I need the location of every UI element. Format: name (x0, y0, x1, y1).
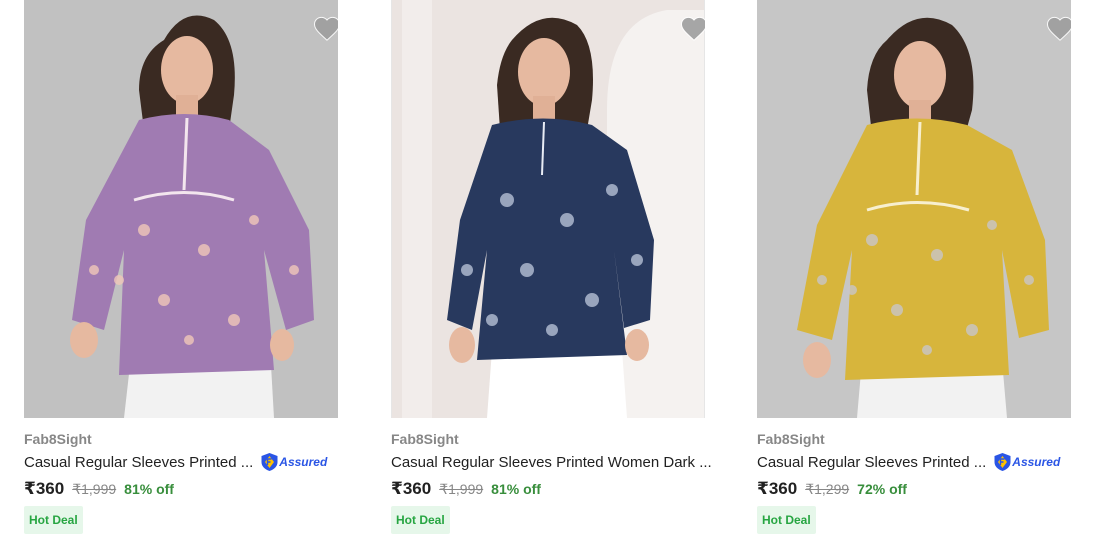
product-card[interactable]: Fab8Sight Casual Regular Sleeves Printed… (757, 0, 1073, 543)
selling-price: ₹360 (391, 479, 432, 498)
product-title[interactable]: Casual Regular Sleeves Printed Women Dar… (391, 454, 712, 471)
assured-badge: Assured (994, 453, 1060, 471)
discount-percent: 72% off (857, 481, 907, 497)
product-image[interactable] (24, 0, 338, 418)
product-photo (392, 0, 704, 418)
discount-percent: 81% off (491, 481, 541, 497)
product-brand: Fab8Sight (757, 431, 825, 447)
heart-icon[interactable] (312, 14, 338, 44)
product-image[interactable] (391, 0, 705, 418)
product-card[interactable]: Fab8Sight Casual Regular Sleeves Printed… (391, 0, 712, 543)
product-brand: Fab8Sight (24, 431, 92, 447)
discount-percent: 81% off (124, 481, 174, 497)
product-brand: Fab8Sight (391, 431, 459, 447)
original-price: ₹1,999 (439, 481, 484, 497)
assured-label: Assured (279, 455, 328, 469)
product-image[interactable] (757, 0, 1071, 418)
shield-icon (261, 453, 278, 471)
heart-icon[interactable] (679, 14, 705, 44)
hot-deal-badge: Hot Deal (757, 506, 816, 534)
product-photo (757, 0, 1071, 418)
hot-deal-badge: Hot Deal (24, 506, 83, 534)
product-title[interactable]: Casual Regular Sleeves Printed ... (757, 454, 986, 471)
product-card[interactable]: Fab8Sight Casual Regular Sleeves Printed… (24, 0, 340, 543)
shield-icon (994, 453, 1011, 471)
assured-label: Assured (1012, 455, 1061, 469)
hot-deal-badge: Hot Deal (391, 506, 450, 534)
selling-price: ₹360 (757, 479, 798, 498)
assured-badge: Assured (261, 453, 327, 471)
product-title[interactable]: Casual Regular Sleeves Printed ... (24, 454, 253, 471)
selling-price: ₹360 (24, 479, 65, 498)
product-photo (24, 0, 338, 418)
original-price: ₹1,999 (72, 481, 117, 497)
original-price: ₹1,299 (805, 481, 850, 497)
heart-icon[interactable] (1045, 14, 1071, 44)
